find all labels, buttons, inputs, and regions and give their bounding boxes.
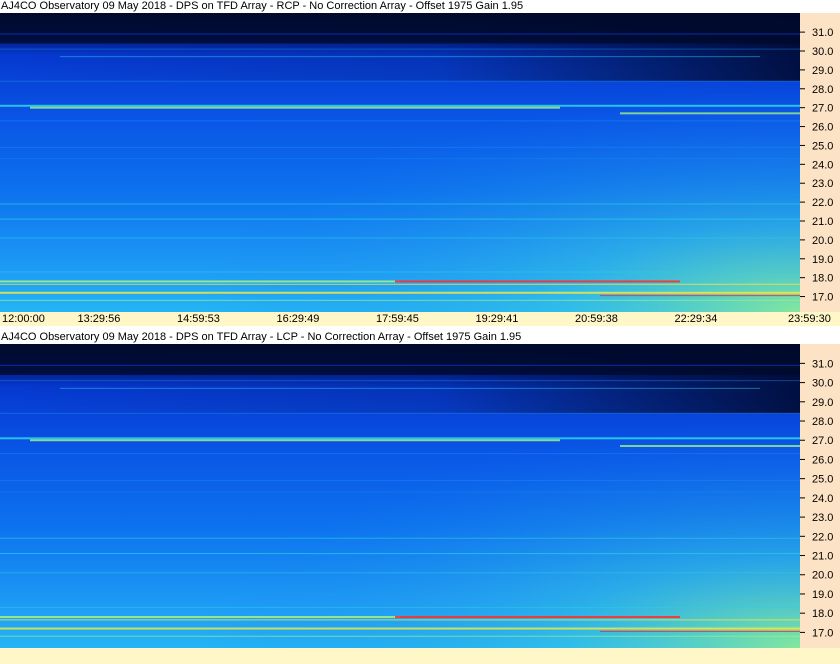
interference-line <box>0 616 400 619</box>
frequency-axis-lcp: 31.0 30.0 29.0 28.0 27.0 26.0 25.0 24.0 23.0 22.0… <box>800 344 840 648</box>
panel-title-lcp: AJ4CO Observatory 09 May 2018 - DPS on T… <box>0 331 801 344</box>
interference-line <box>0 627 800 630</box>
y-tick-label: 27.0 <box>812 435 833 447</box>
y-tick-label: 21.0 <box>812 551 833 563</box>
bottom-status-bar <box>0 648 840 664</box>
y-tick-label: 30.0 <box>812 46 833 58</box>
y-tick-label: 25.0 <box>812 140 833 152</box>
y-tick-label: 20.0 <box>812 570 833 582</box>
y-tick-label: 23.0 <box>812 512 833 524</box>
y-tick-label: 17.0 <box>812 627 833 639</box>
interference-line <box>0 280 400 283</box>
y-tick-label: 24.0 <box>812 493 833 505</box>
y-tick-label: 21.0 <box>812 216 833 228</box>
interference-line <box>0 437 800 440</box>
interference-line <box>0 120 800 122</box>
time-tick-label: 20:59:38 <box>575 313 618 325</box>
time-tick-label: 12:00:00 <box>2 313 45 325</box>
interference-line <box>395 280 680 283</box>
frequency-axis-rcp: 31.0 30.0 29.0 28.0 27.0 26.0 25.0 24.0 23.0 22.0… <box>800 13 840 312</box>
y-tick-label: 31.0 <box>812 358 833 370</box>
y-tick-label: 19.0 <box>812 254 833 266</box>
interference-line <box>0 491 800 493</box>
time-tick-label: 19:29:41 <box>475 313 519 325</box>
interference-line <box>0 299 800 301</box>
time-tick-label: 13:29:56 <box>77 313 121 325</box>
interference-line <box>0 48 800 50</box>
interference-line <box>0 33 800 35</box>
interference-line <box>0 218 800 220</box>
interference-line <box>600 295 800 297</box>
interference-line <box>0 553 800 555</box>
y-tick-label: 19.0 <box>812 589 833 601</box>
interference-line <box>620 445 800 447</box>
spectrogram-lcp <box>0 344 800 648</box>
y-tick-label: 30.0 <box>812 378 833 390</box>
time-axis: 12:00:00 13:29:56 14:59:53 16:29:49 17:59:45… <box>0 312 840 326</box>
interference-line <box>0 635 800 637</box>
interference-line <box>395 616 680 619</box>
y-tick-label: 23.0 <box>812 178 833 190</box>
interference-line <box>0 537 800 539</box>
interference-line <box>60 56 760 58</box>
interference-line <box>30 439 560 442</box>
panel-title-rcp: AJ4CO Observatory 09 May 2018 - DPS on T… <box>0 0 801 13</box>
interference-line <box>0 271 800 273</box>
y-tick-label: 20.0 <box>812 235 833 247</box>
interference-line <box>0 146 800 148</box>
y-tick-label: 26.0 <box>812 122 833 134</box>
y-tick-label: 22.0 <box>812 197 833 209</box>
y-tick-label: 24.0 <box>812 159 833 171</box>
interference-line <box>0 158 800 160</box>
y-tick-label: 26.0 <box>812 454 833 466</box>
interference-line <box>0 412 800 414</box>
interference-line <box>0 606 800 608</box>
interference-line <box>0 480 800 482</box>
y-tick-label: 25.0 <box>812 474 833 486</box>
y-tick-label: 28.0 <box>812 84 833 96</box>
interference-line <box>600 630 800 632</box>
y-tick-label: 29.0 <box>812 397 833 409</box>
y-tick-label: 28.0 <box>812 416 833 428</box>
interference-line <box>0 380 800 382</box>
interference-line <box>60 387 760 389</box>
interference-line <box>0 291 800 294</box>
y-tick-label: 31.0 <box>812 27 833 39</box>
interference-line <box>0 104 800 107</box>
y-tick-label: 18.0 <box>812 608 833 620</box>
interference-line <box>30 106 560 109</box>
interference-line <box>0 619 800 621</box>
y-tick-label: 17.0 <box>812 292 833 304</box>
y-tick-label: 27.0 <box>812 103 833 115</box>
top-dark-band <box>0 13 800 44</box>
time-tick-label: 22:29:34 <box>674 313 718 325</box>
time-tick-label: 14:59:53 <box>177 313 220 325</box>
time-tick-label: 17:59:45 <box>376 313 419 325</box>
y-tick-label: 18.0 <box>812 273 833 285</box>
y-tick-label: 22.0 <box>812 531 833 543</box>
y-tick-label: 29.0 <box>812 65 833 77</box>
spectrogram-rcp <box>0 13 800 312</box>
title-corner <box>800 331 840 344</box>
time-tick-label: 16:29:49 <box>276 313 320 325</box>
interference-line <box>0 453 800 455</box>
interference-line <box>620 112 800 115</box>
interference-line <box>0 237 800 239</box>
interference-line <box>0 80 800 82</box>
top-dark-band <box>0 344 800 375</box>
interference-line <box>0 203 800 205</box>
title-corner <box>800 0 840 13</box>
interference-line <box>0 283 800 285</box>
interference-line <box>0 572 800 574</box>
time-tick-label: 23:59:30 <box>788 313 831 325</box>
interference-line <box>0 364 800 366</box>
